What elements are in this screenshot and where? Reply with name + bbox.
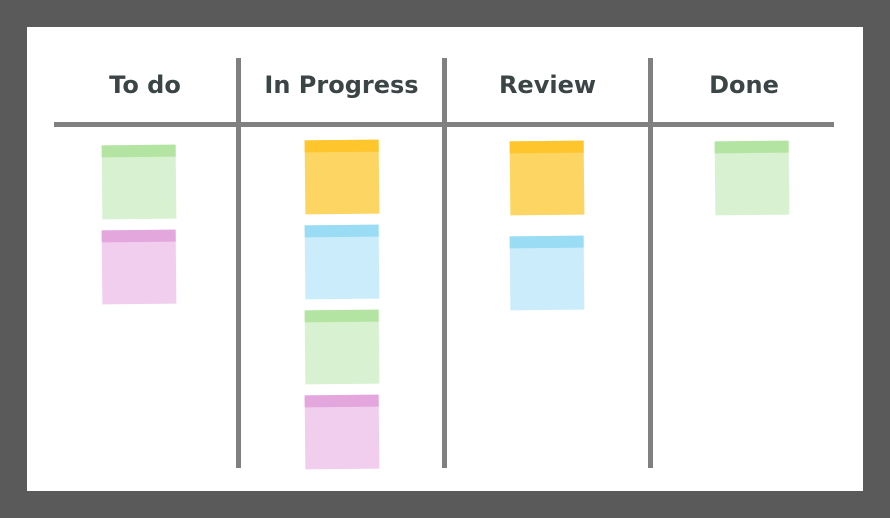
sticky-note-tape <box>101 144 176 158</box>
sticky-note-tape <box>509 235 584 249</box>
column-header-done: Done <box>709 71 779 99</box>
sticky-note-pink[interactable] <box>101 229 177 305</box>
sticky-note-tape <box>304 139 379 153</box>
sticky-note-tape <box>101 229 176 243</box>
sticky-note-green[interactable] <box>304 309 380 385</box>
sticky-note-tape <box>304 224 379 238</box>
column-header-in-progress: In Progress <box>264 71 419 99</box>
sticky-note-yellow[interactable] <box>304 139 380 215</box>
column-header-to-do: To do <box>109 71 181 99</box>
column-divider-2 <box>442 58 447 468</box>
sticky-note-pink[interactable] <box>304 394 380 470</box>
kanban-board: To do In Progress Review Done <box>27 27 863 491</box>
sticky-note-yellow[interactable] <box>509 140 585 216</box>
sticky-note-tape <box>304 309 379 323</box>
sticky-note-tape <box>509 140 584 154</box>
sticky-note-tape <box>304 394 379 408</box>
sticky-note-tape <box>714 140 789 154</box>
sticky-note-green[interactable] <box>101 144 177 220</box>
column-divider-3 <box>648 58 653 468</box>
column-header-review: Review <box>498 71 597 99</box>
sticky-note-green[interactable] <box>714 140 790 216</box>
column-divider-1 <box>236 58 241 468</box>
sticky-note-blue[interactable] <box>509 235 585 311</box>
sticky-note-blue[interactable] <box>304 224 380 300</box>
